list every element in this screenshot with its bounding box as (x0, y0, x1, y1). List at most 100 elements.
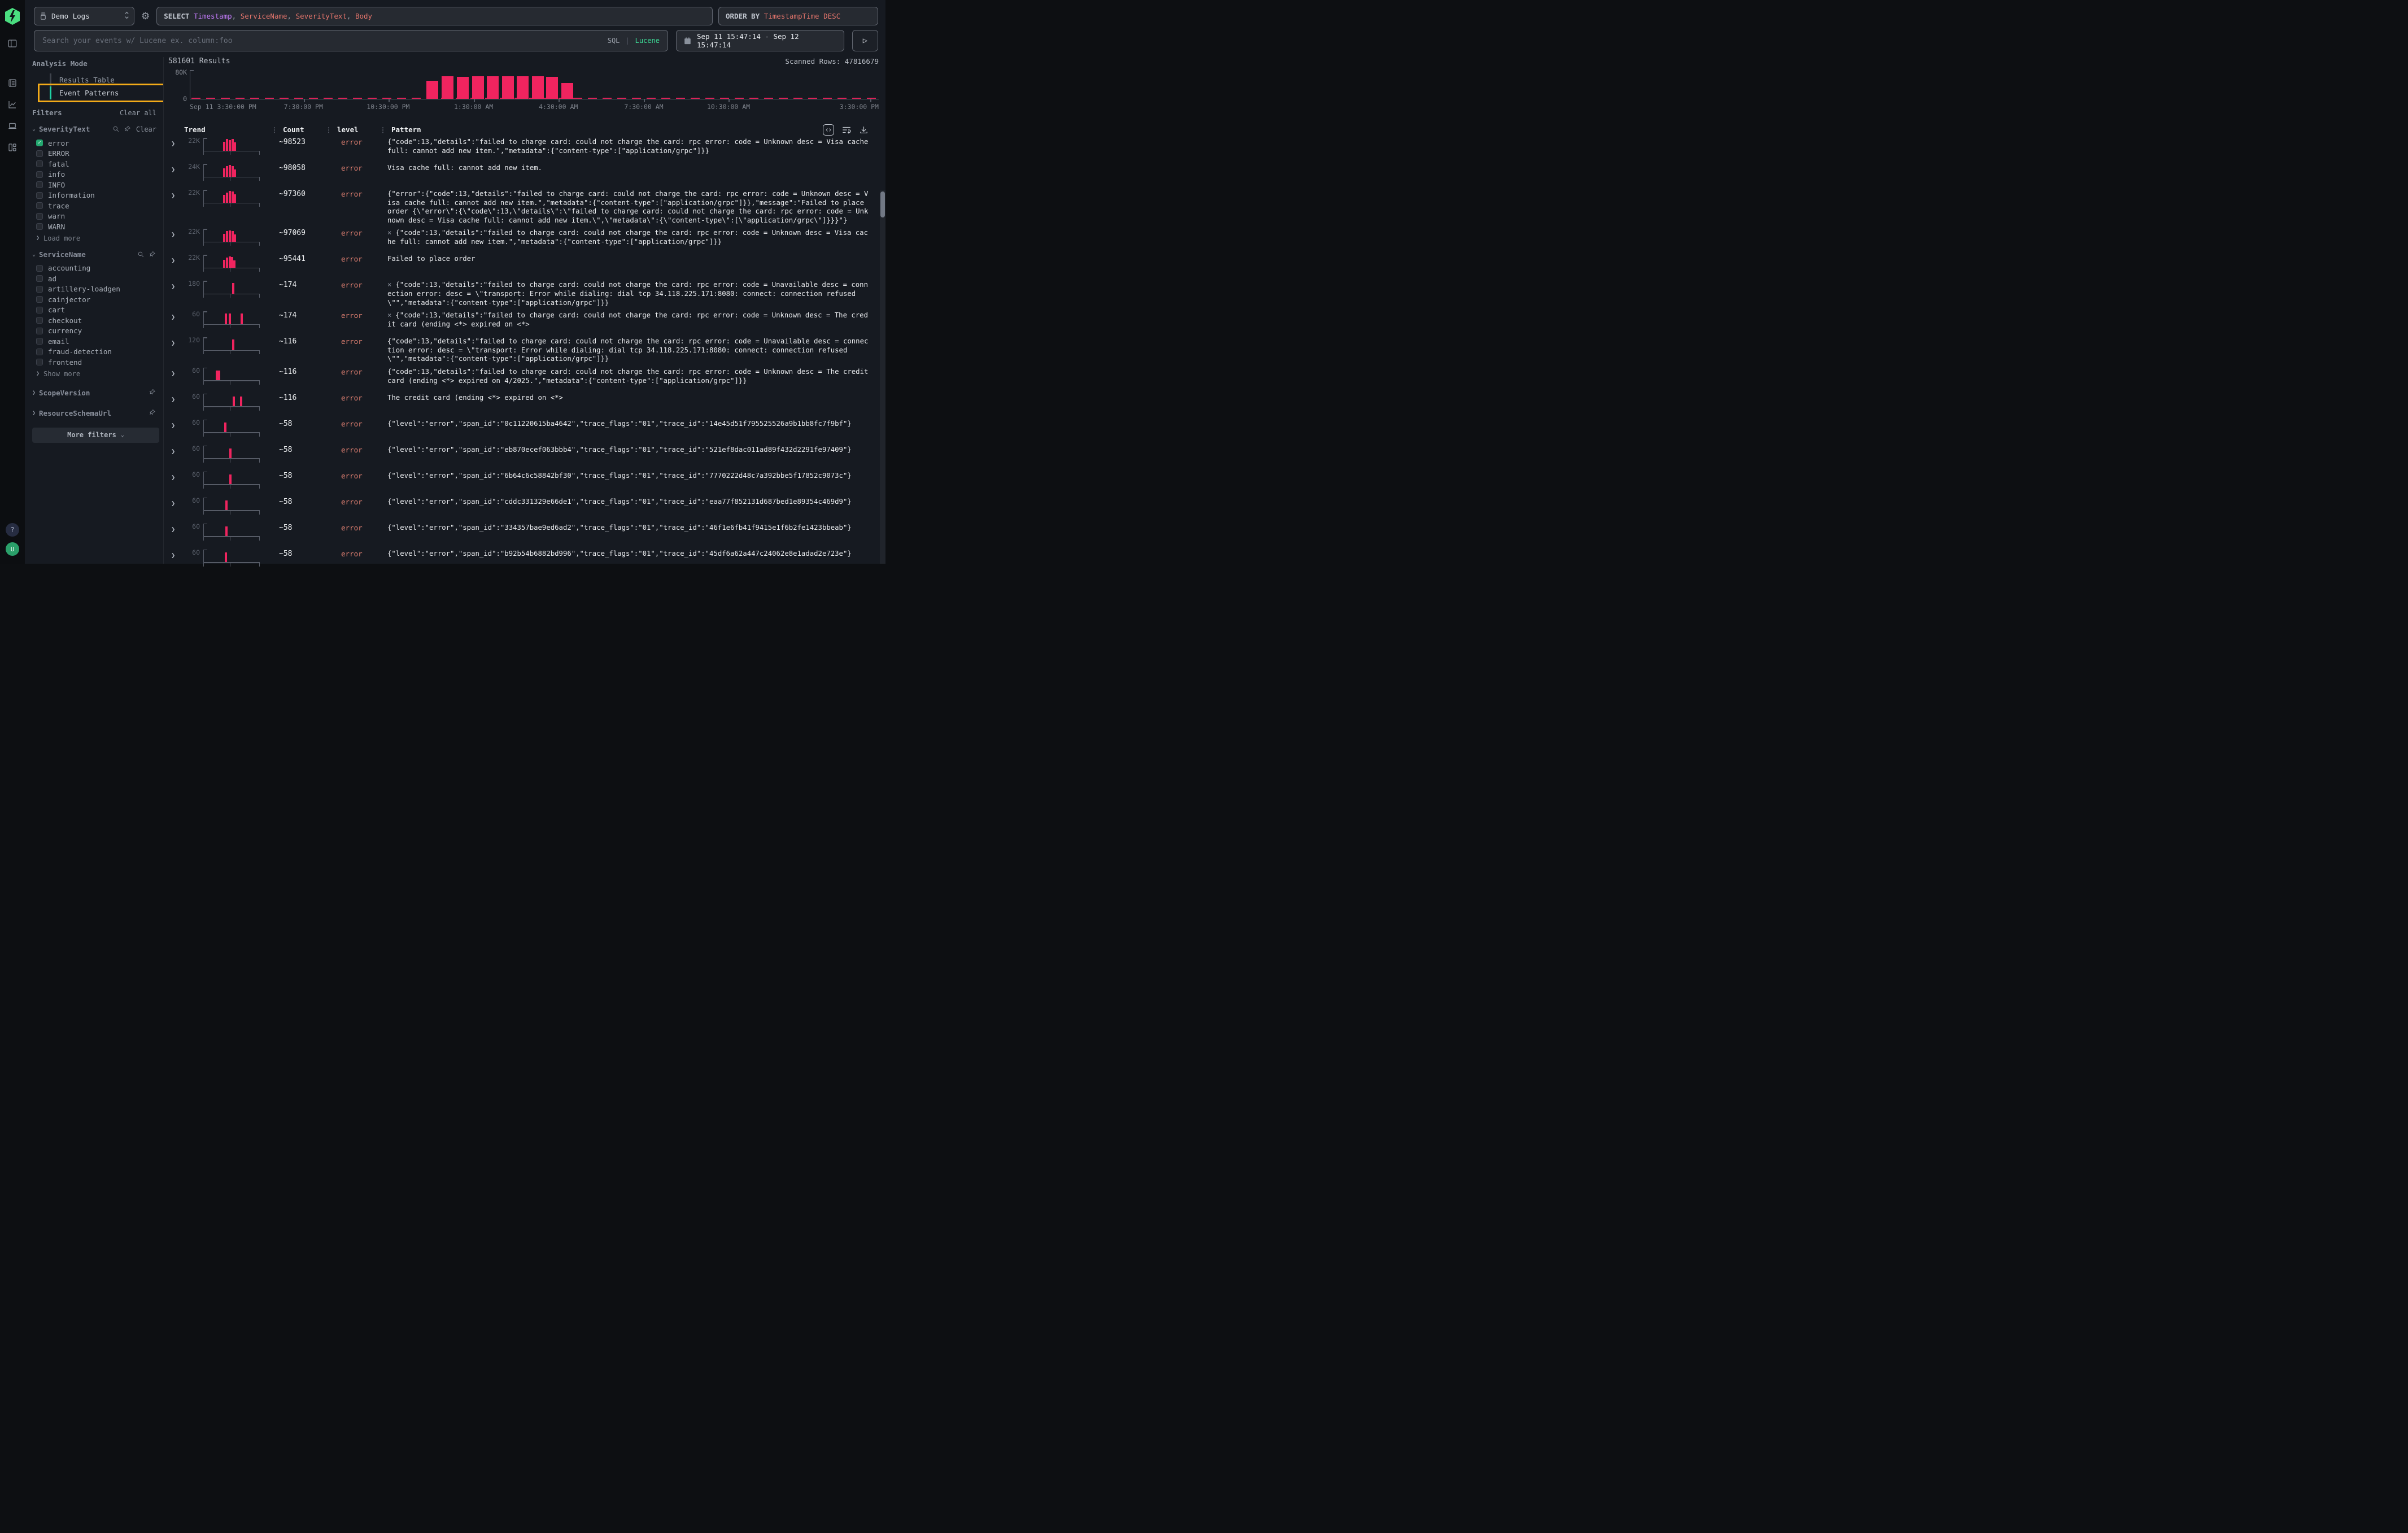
time-range-picker[interactable]: Sep 11 15:47:14 - Sep 12 15:47:14 (676, 30, 844, 51)
search-icon[interactable] (112, 125, 120, 133)
filter-option[interactable]: artillery-loadgen (36, 284, 160, 295)
pattern-text[interactable]: {"code":13,"details":"failed to charge c… (387, 368, 871, 385)
chevron-down-icon[interactable]: ⌄ (32, 126, 36, 132)
pattern-row[interactable]: ❯ 60 ~58 error {"level":"error","span_id… (168, 520, 871, 546)
checkbox[interactable] (36, 296, 43, 303)
pattern-text[interactable]: ×{"code":13,"details":"failed to charge … (387, 281, 871, 307)
pattern-row[interactable]: ❯ 60 ~174 error ×{"code":13,"details":"f… (168, 307, 871, 333)
more-filters-button[interactable]: More filters ⌄ (32, 428, 159, 443)
pin-icon[interactable] (149, 251, 156, 258)
filter-option[interactable]: currency (36, 326, 160, 337)
filter-option[interactable]: ✓ error (36, 138, 160, 149)
row-expand-chevron[interactable]: ❯ (168, 446, 184, 455)
sessions-icon[interactable] (6, 120, 19, 132)
checkbox[interactable] (36, 192, 43, 199)
pin-icon[interactable] (149, 408, 156, 419)
filter-option[interactable]: ERROR (36, 149, 160, 159)
pattern-row[interactable]: ❯ 60 ~116 error {"code":13,"details":"fa… (168, 364, 871, 390)
pattern-row[interactable]: ❯ 22K ~97069 error ×{"code":13,"details"… (168, 225, 871, 251)
filter-option[interactable]: WARN (36, 221, 160, 232)
pattern-text[interactable]: {"error":{"code":13,"details":"failed to… (387, 190, 871, 225)
search-icon[interactable] (137, 251, 145, 258)
row-expand-chevron[interactable]: ❯ (168, 472, 184, 481)
filter-option[interactable]: checkout (36, 315, 160, 326)
pin-icon[interactable] (124, 125, 132, 133)
checkbox[interactable] (36, 213, 43, 220)
filter-group-resourceschemaurl[interactable]: ❯ ResourceSchemaUrl (32, 408, 160, 419)
column-grip-icon[interactable]: ⋮ (271, 126, 278, 134)
help-button[interactable]: ? (6, 523, 19, 537)
filter-option[interactable]: INFO (36, 180, 160, 190)
filter-option[interactable]: info (36, 169, 160, 180)
column-grip-icon[interactable]: ⋮ (379, 126, 386, 134)
pattern-text[interactable]: {"level":"error","span_id":"eb870ecef063… (387, 446, 871, 455)
row-expand-chevron[interactable]: ❯ (168, 337, 184, 347)
histogram-bar[interactable] (472, 76, 484, 99)
results-histogram[interactable]: 80K 0 Sep 11 3:30:00 PM7:30:00 PM10:30:0… (168, 70, 885, 113)
filter-option[interactable]: frontend (36, 357, 160, 368)
pattern-text[interactable]: Visa cache full: cannot add new item. (387, 164, 871, 173)
source-select[interactable]: Demo Logs (34, 7, 134, 25)
pattern-row[interactable]: ❯ 22K ~95441 error Failed to place order (168, 251, 871, 277)
histogram-bar[interactable] (502, 76, 514, 99)
row-expand-chevron[interactable]: ❯ (168, 229, 184, 238)
select-clause-input[interactable]: SELECT Timestamp, ServiceName, SeverityT… (156, 7, 713, 25)
checkbox[interactable] (36, 202, 43, 209)
histogram-bar[interactable] (517, 76, 529, 99)
checkbox[interactable] (36, 328, 43, 334)
show-more-link[interactable]: ❯ Show more (36, 370, 160, 378)
filter-option[interactable]: accounting (36, 263, 160, 274)
column-grip-icon[interactable]: ⋮ (325, 126, 332, 134)
row-expand-chevron[interactable]: ❯ (168, 281, 184, 290)
chevron-down-icon[interactable]: ⌄ (32, 251, 36, 258)
filter-option[interactable]: cart (36, 305, 160, 316)
mode-toggle-sql[interactable]: SQL (608, 37, 620, 45)
histogram-bar[interactable] (442, 76, 453, 99)
histogram-bar[interactable] (487, 76, 499, 99)
clear-all-button[interactable]: Clear all (120, 109, 156, 117)
pattern-text[interactable]: {"code":13,"details":"failed to charge c… (387, 138, 871, 155)
pattern-text[interactable]: The credit card (ending <*> expired on <… (387, 394, 871, 403)
user-avatar[interactable]: U (6, 542, 19, 556)
pattern-text[interactable]: {"code":13,"details":"failed to charge c… (387, 337, 871, 364)
filter-group-scopeversion[interactable]: ❯ ScopeVersion (32, 387, 160, 398)
pattern-text[interactable]: Failed to place order (387, 255, 871, 264)
pattern-text[interactable]: ×{"code":13,"details":"failed to charge … (387, 311, 871, 329)
pattern-row[interactable]: ❯ 60 ~116 error The credit card (ending … (168, 390, 871, 416)
filter-option[interactable]: Information (36, 190, 160, 201)
row-expand-chevron[interactable]: ❯ (168, 138, 184, 147)
app-logo-icon[interactable] (5, 8, 20, 25)
text-wrap-icon[interactable] (841, 125, 852, 135)
checkbox[interactable] (36, 160, 43, 167)
pattern-row[interactable]: ❯ 60 ~58 error {"level":"error","span_id… (168, 546, 871, 572)
pattern-text[interactable]: {"level":"error","span_id":"b92b54b6882b… (387, 550, 871, 559)
checkbox[interactable] (36, 349, 43, 355)
row-expand-chevron[interactable]: ❯ (168, 420, 184, 429)
analysis-mode-item[interactable]: Event Patterns (50, 86, 160, 99)
table-scrollbar[interactable] (880, 190, 885, 564)
download-icon[interactable] (859, 125, 869, 135)
pattern-row[interactable]: ❯ 22K ~98523 error {"code":13,"details":… (168, 134, 871, 160)
search-input[interactable] (42, 37, 602, 45)
checkbox[interactable] (36, 317, 43, 324)
row-expand-chevron[interactable]: ❯ (168, 550, 184, 559)
histogram-bar[interactable] (546, 77, 558, 98)
row-expand-chevron[interactable]: ❯ (168, 394, 184, 403)
gear-icon[interactable]: ⚙ (141, 11, 150, 22)
pattern-text[interactable]: ×{"code":13,"details":"failed to charge … (387, 229, 871, 246)
pattern-row[interactable]: ❯ 60 ~58 error {"level":"error","span_id… (168, 442, 871, 468)
dashboards-icon[interactable] (6, 141, 19, 154)
checkbox[interactable] (36, 275, 43, 282)
mode-toggle-lucene[interactable]: Lucene (635, 37, 660, 45)
pattern-text[interactable]: {"level":"error","span_id":"6b64c6c58842… (387, 472, 871, 481)
load-more-link[interactable]: ❯ Load more (36, 234, 160, 242)
histogram-bar[interactable] (532, 76, 544, 99)
pattern-row[interactable]: ❯ 60 ~58 error {"level":"error","span_id… (168, 494, 871, 520)
filter-option[interactable]: fatal (36, 159, 160, 169)
row-expand-chevron[interactable]: ❯ (168, 255, 184, 264)
pattern-row[interactable]: ❯ 120 ~116 error {"code":13,"details":"f… (168, 333, 871, 364)
filter-option[interactable]: fraud-detection (36, 347, 160, 358)
row-expand-chevron[interactable]: ❯ (168, 164, 184, 173)
clear-group-button[interactable]: Clear (136, 125, 156, 133)
analysis-mode-item[interactable]: Results Table (50, 73, 160, 86)
